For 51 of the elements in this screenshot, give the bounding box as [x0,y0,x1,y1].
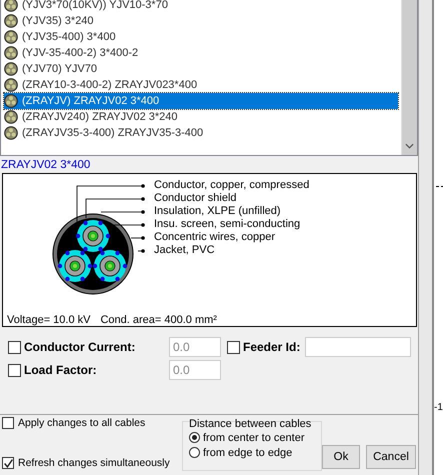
cable-icon [4,110,18,124]
voltage-text: Voltage= 10.0 kV [7,314,90,326]
radio-label: from edge to edge [203,446,292,458]
load-factor-field[interactable]: 0.0 [169,360,221,380]
cable-icon [4,62,18,76]
cable-list-item[interactable]: (YJV-35-400-2) 3*400-2 [4,45,398,61]
layer-label: Concentric wires, copper [154,231,276,244]
cable-icon [4,94,18,108]
cable-list-item[interactable]: (YJV35-400) 3*400 [4,29,398,45]
checkbox[interactable] [8,364,21,376]
cable-icon [4,0,18,12]
area-text: Cond. area= 400.0 mm² [100,314,217,326]
cable-list-item[interactable]: (YJV35) 3*240 [4,13,398,29]
cable-name: ZRAYJV02 3*400 [0,158,92,173]
cable-list-item[interactable]: (ZRAY10-3-400-2) ZRAYJV023*400 [4,77,398,93]
dialog-button[interactable]: Cancel [366,445,416,469]
cable-list-item[interactable]: (ZRAYJV240) ZRAYJV02 3*240 [4,109,398,125]
feeder-id-field[interactable] [305,337,412,357]
cable-icon [4,46,18,60]
refresh-label: Refresh changes simultaneously [18,457,170,469]
radio-label: from center to center [203,432,304,444]
radio-button[interactable] [189,432,200,443]
splitter-bar[interactable] [419,0,434,475]
cable-list-item[interactable]: (YJV70) YJV70 [4,61,398,77]
axis-label: -1 [434,402,443,413]
cable-icon [4,78,18,92]
radio-button[interactable] [189,447,200,458]
cable-list-item[interactable]: (ZRAYJV35-3-400) ZRAYJV35-3-400 [4,125,398,141]
layer-label: Insulation, XLPE (unfilled) [154,205,282,218]
load-factor-label: Load Factor: [24,363,98,377]
cable-icon [4,14,18,28]
checkbox[interactable] [2,457,14,469]
layer-label: Conductor, copper, compressed [154,179,310,192]
checkbox[interactable] [227,340,240,354]
checkbox[interactable] [2,417,14,429]
feeder-id-label: Feeder Id: [243,340,300,354]
group-title: Distance between cables [189,418,312,430]
layer-label: Jacket, PVC [154,244,216,257]
cable-icon [4,126,18,140]
layer-label: Conductor shield [154,192,238,205]
cable-list-item[interactable]: (YJV3*70(10KV)) YJV10-3*70 [4,0,398,13]
layer-label: Insu. screen, semi-conducting [154,218,302,231]
cable-list-item[interactable]: (ZRAYJV) ZRAYJV02 3*400 [4,93,398,109]
scrollbar[interactable] [401,0,417,155]
conductor-current-field[interactable]: 0.0 [169,337,221,357]
conductor-current-label: Conductor Current: [24,340,136,354]
cable-icon [4,30,18,44]
apply-all-label: Apply changes to all cables [18,417,146,429]
checkbox[interactable] [8,340,21,354]
chevron-down-icon[interactable] [405,143,414,149]
dialog-button[interactable]: Ok [322,445,360,469]
